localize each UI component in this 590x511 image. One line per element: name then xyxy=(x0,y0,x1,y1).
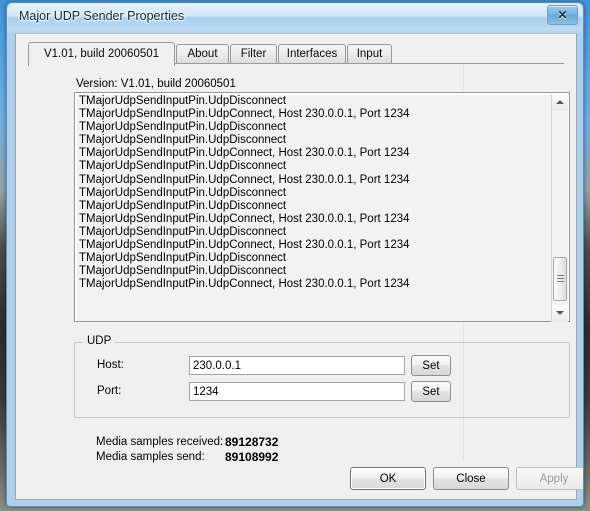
log-scrollbar[interactable] xyxy=(551,94,568,322)
log-line[interactable]: TMajorUdpSendInputPin.UdpConnect, Host 2… xyxy=(77,278,551,291)
host-input[interactable] xyxy=(189,356,405,375)
log-line[interactable]: TMajorUdpSendInputPin.UdpDisconnect xyxy=(77,134,551,147)
scroll-down-arrow-icon[interactable] xyxy=(552,305,568,322)
log-line[interactable]: TMajorUdpSendInputPin.UdpDisconnect xyxy=(77,187,551,200)
tab-input[interactable]: Input xyxy=(347,44,392,64)
log-line[interactable]: TMajorUdpSendInputPin.UdpDisconnect xyxy=(77,160,551,173)
tab-strip: V1.01, build 20060501 About Filter Inter… xyxy=(28,42,564,66)
tab-selected-notch xyxy=(29,63,174,64)
samples-received-value: 89128732 xyxy=(225,435,279,449)
properties-dialog-window: Major UDP Sender Properties ✕ V1.01, bui… xyxy=(6,2,584,507)
host-label: Host: xyxy=(97,359,124,371)
port-label: Port: xyxy=(97,385,122,397)
log-line[interactable]: TMajorUdpSendInputPin.UdpDisconnect xyxy=(77,265,551,278)
tab-interfaces[interactable]: Interfaces xyxy=(278,44,346,64)
udp-group-legend: UDP xyxy=(83,335,116,347)
ok-button[interactable]: OK xyxy=(350,467,426,490)
log-line[interactable]: TMajorUdpSendInputPin.UdpConnect, Host 2… xyxy=(77,147,551,160)
scrollbar-grip-icon xyxy=(557,275,564,282)
log-line[interactable]: TMajorUdpSendInputPin.UdpConnect, Host 2… xyxy=(77,174,551,187)
dialog-button-bar: OK Close Apply xyxy=(16,459,583,499)
close-icon: ✕ xyxy=(557,8,568,22)
log-line[interactable]: TMajorUdpSendInputPin.UdpConnect, Host 2… xyxy=(77,239,551,252)
log-line[interactable]: TMajorUdpSendInputPin.UdpDisconnect xyxy=(77,252,551,265)
dialog-client-area: V1.01, build 20060501 About Filter Inter… xyxy=(15,33,583,500)
scroll-up-arrow-icon[interactable] xyxy=(552,94,568,111)
log-line[interactable]: TMajorUdpSendInputPin.UdpConnect, Host 2… xyxy=(77,108,551,121)
window-titlebar[interactable]: Major UDP Sender Properties ✕ xyxy=(7,3,583,32)
log-listbox[interactable]: TMajorUdpSendInputPin.UdpDisconnect TMajo… xyxy=(74,92,570,322)
log-line[interactable]: TMajorUdpSendInputPin.UdpConnect, Host 2… xyxy=(77,213,551,226)
port-input[interactable] xyxy=(189,382,405,401)
port-set-button[interactable]: Set xyxy=(411,381,451,402)
close-button[interactable]: Close xyxy=(433,467,509,490)
log-line[interactable]: TMajorUdpSendInputPin.UdpDisconnect xyxy=(77,121,551,134)
scrollbar-track[interactable] xyxy=(552,111,568,305)
log-listbox-content: TMajorUdpSendInputPin.UdpDisconnect TMajo… xyxy=(77,95,551,321)
scrollbar-thumb[interactable] xyxy=(553,257,567,301)
version-text: Version: V1.01, build 20060501 xyxy=(76,78,236,90)
tab-filter[interactable]: Filter xyxy=(230,44,277,64)
window-title: Major UDP Sender Properties xyxy=(19,9,185,23)
log-line[interactable]: TMajorUdpSendInputPin.UdpDisconnect xyxy=(77,95,551,108)
samples-received-label: Media samples received: xyxy=(96,436,224,448)
log-line[interactable]: TMajorUdpSendInputPin.UdpDisconnect xyxy=(77,200,551,213)
udp-group-box: UDP Host: Set Port: Set xyxy=(74,335,570,418)
log-line[interactable]: TMajorUdpSendInputPin.UdpDisconnect xyxy=(77,226,551,239)
host-set-button[interactable]: Set xyxy=(411,355,451,376)
apply-button: Apply xyxy=(516,467,583,490)
tab-about[interactable]: About xyxy=(176,44,229,64)
window-close-button[interactable]: ✕ xyxy=(547,5,578,25)
